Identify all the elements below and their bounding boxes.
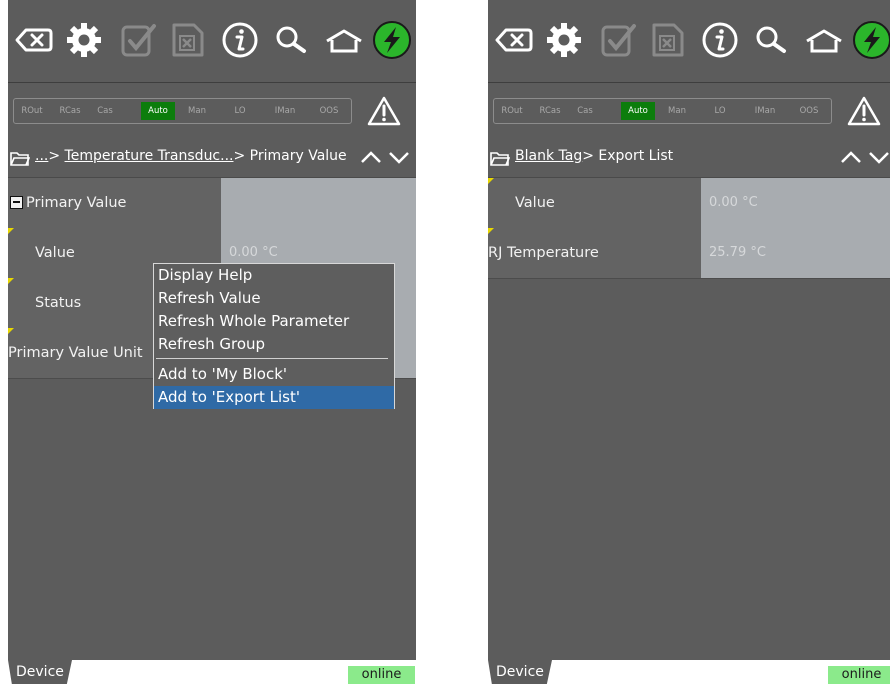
menu-item-refresh-value[interactable]: Refresh Value: [154, 287, 394, 310]
tab-device[interactable]: Device: [8, 660, 72, 684]
mode-rcas[interactable]: RCas: [537, 102, 563, 120]
modified-flag-icon: [8, 278, 14, 284]
chevron-down-icon[interactable]: [868, 149, 890, 165]
breadcrumb-path: Blank Tag> Export List: [515, 148, 674, 164]
online-status-badge: online: [828, 666, 890, 684]
mode-oos[interactable]: OOS: [796, 102, 822, 120]
breadcrumb-current: Primary Value: [249, 148, 347, 164]
param-label: Primary Value: [8, 178, 221, 228]
breadcrumb-ellipsis-link[interactable]: ...: [35, 148, 48, 164]
modified-flag-icon: [8, 228, 14, 234]
mode-lo[interactable]: LO: [232, 102, 248, 120]
mode-rcas[interactable]: RCas: [57, 102, 83, 120]
menu-item-refresh-whole-parameter[interactable]: Refresh Whole Parameter: [154, 310, 394, 333]
backspace-icon[interactable]: [494, 20, 534, 60]
chevron-down-icon[interactable]: [388, 149, 410, 165]
param-value: 25.79 °C: [701, 228, 890, 278]
chevron-up-icon[interactable]: [360, 149, 382, 165]
home-icon[interactable]: [324, 20, 364, 60]
breadcrumb-current: Export List: [598, 148, 674, 164]
mode-rout[interactable]: ROut: [19, 102, 45, 120]
mode-man[interactable]: Man: [184, 102, 210, 120]
export-row-value[interactable]: Value 0.00 °C: [488, 178, 890, 229]
collapse-icon[interactable]: [10, 195, 23, 209]
backspace-icon[interactable]: [14, 20, 54, 60]
mode-selector: ROut RCas Cas Auto Man LO IMan OOS: [493, 98, 832, 124]
menu-separator: [156, 358, 388, 359]
mode-auto[interactable]: Auto: [621, 102, 655, 120]
menu-item-refresh-group[interactable]: Refresh Group: [154, 333, 394, 356]
param-value: [221, 178, 416, 228]
status-bar: Device online: [488, 660, 890, 684]
tab-device[interactable]: Device: [488, 660, 552, 684]
param-value: 0.00 °C: [701, 178, 890, 228]
mode-iman[interactable]: IMan: [272, 102, 298, 120]
online-status-badge: online: [348, 666, 415, 684]
mode-iman[interactable]: IMan: [752, 102, 778, 120]
modified-flag-icon: [8, 328, 14, 334]
info-icon[interactable]: [220, 20, 260, 60]
warning-icon[interactable]: [846, 95, 882, 127]
lightning-icon[interactable]: [852, 20, 890, 60]
mode-cas[interactable]: Cas: [94, 102, 116, 120]
home-icon[interactable]: [804, 20, 844, 60]
param-label: RJ Temperature: [488, 228, 701, 278]
menu-item-add-to-export-list[interactable]: Add to 'Export List': [154, 386, 394, 409]
modified-flag-icon: [488, 228, 494, 234]
export-row-rj-temperature[interactable]: RJ Temperature 25.79 °C: [488, 228, 890, 279]
folder-icon: [10, 152, 30, 166]
mode-selector: ROut RCas Cas Auto Man LO IMan OOS: [13, 98, 352, 124]
right-screen: ROut RCas Cas Auto Man LO IMan OOS Blank…: [488, 0, 890, 684]
gear-icon[interactable]: [544, 20, 584, 60]
check-document-icon[interactable]: [118, 20, 158, 60]
gear-icon[interactable]: [64, 20, 104, 60]
mode-cas[interactable]: Cas: [574, 102, 596, 120]
breadcrumb-link-temperature-transducer[interactable]: Temperature Transduc...: [65, 148, 234, 164]
modified-flag-icon: [488, 178, 494, 184]
cancel-document-icon[interactable]: [648, 20, 688, 60]
lightning-icon[interactable]: [372, 20, 412, 60]
context-menu: Display Help Refresh Value Refresh Whole…: [153, 263, 395, 409]
mode-bar: ROut RCas Cas Auto Man LO IMan OOS: [488, 83, 890, 140]
folder-icon: [490, 152, 510, 166]
status-bar: Device online: [8, 660, 416, 684]
breadcrumb-path: ...> Temperature Transduc...> Primary Va…: [35, 148, 347, 164]
breadcrumb: Blank Tag> Export List: [488, 139, 890, 178]
mode-man[interactable]: Man: [664, 102, 690, 120]
breadcrumb-link-blank-tag[interactable]: Blank Tag: [515, 148, 582, 164]
menu-item-add-to-my-block[interactable]: Add to 'My Block': [154, 363, 394, 386]
left-screen: ROut RCas Cas Auto Man LO IMan OOS ...> …: [8, 0, 416, 684]
toolbar: [488, 0, 890, 83]
mode-bar: ROut RCas Cas Auto Man LO IMan OOS: [8, 83, 416, 140]
warning-icon[interactable]: [366, 95, 402, 127]
param-row-primary-value[interactable]: Primary Value: [8, 178, 416, 229]
mode-oos[interactable]: OOS: [316, 102, 342, 120]
param-label: Value: [488, 178, 701, 228]
menu-item-display-help[interactable]: Display Help: [154, 264, 394, 287]
mode-lo[interactable]: LO: [712, 102, 728, 120]
search-icon[interactable]: [752, 20, 792, 60]
check-document-icon[interactable]: [598, 20, 638, 60]
mode-rout[interactable]: ROut: [499, 102, 525, 120]
info-icon[interactable]: [700, 20, 740, 60]
mode-auto[interactable]: Auto: [141, 102, 175, 120]
cancel-document-icon[interactable]: [168, 20, 208, 60]
toolbar: [8, 0, 416, 83]
search-icon[interactable]: [272, 20, 312, 60]
chevron-up-icon[interactable]: [840, 149, 862, 165]
breadcrumb: ...> Temperature Transduc...> Primary Va…: [8, 139, 416, 178]
